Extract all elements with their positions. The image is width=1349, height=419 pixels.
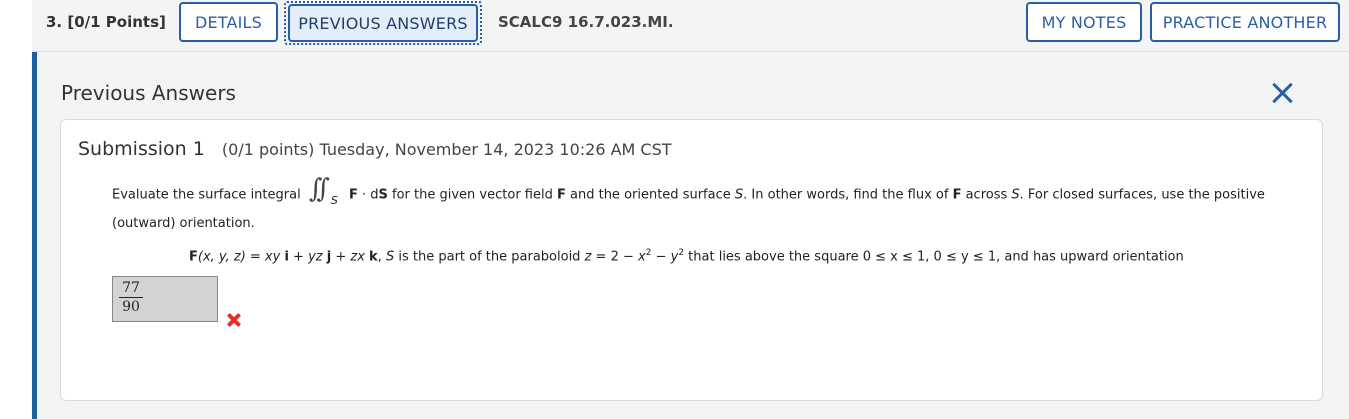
vector-field-definition: F(x, y, z) = xy i + yz j + zx k, S is th… [189, 248, 1184, 264]
previous-answers-panel: Previous Answers Submission 1 (0/1 point… [32, 52, 1349, 419]
practice-another-button[interactable]: PRACTICE ANOTHER [1150, 2, 1340, 42]
text-fragment: and the oriented surface [565, 187, 735, 203]
text-fragment: for the given vector field [387, 187, 557, 203]
text-fragment: S [734, 187, 744, 203]
vector-field-symbol: F [348, 187, 358, 203]
answer-fraction: 77 90 [119, 280, 143, 315]
math-fragment: is the part of the paraboloid [394, 249, 585, 265]
wrong-x-icon [227, 313, 241, 327]
question-number-points: 3. [0/1 Points] [46, 13, 166, 31]
question-text-line-2: (outward) orientation. [112, 216, 255, 231]
text-fragment: across [961, 187, 1012, 203]
question-source: SCALC9 16.7.023.MI. [498, 13, 674, 31]
previous-answers-button[interactable]: PREVIOUS ANSWERS [288, 4, 478, 42]
submission-header: Submission 1 (0/1 points) Tuesday, Novem… [78, 138, 672, 160]
math-fragment: x [638, 249, 646, 265]
math-fragment: , [377, 249, 386, 265]
math-fragment: (x, y, z) = xy [197, 249, 281, 265]
answer-denominator: 90 [122, 299, 140, 315]
double-integral-icon: ∫∫ S [308, 174, 338, 207]
math-fragment: − [651, 249, 671, 265]
math-fragment: k [369, 249, 378, 265]
math-fragment: + zx [331, 249, 365, 265]
text-fragment: F [556, 187, 566, 203]
math-fragment: F [189, 249, 198, 265]
question-header: 3. [0/1 Points] DETAILS PREVIOUS ANSWERS… [32, 0, 1349, 52]
answer-display: 77 90 [112, 276, 218, 322]
text-fragment: S [1011, 187, 1020, 203]
surface-vector-symbol: S [378, 187, 388, 203]
question-text-line-1: Evaluate the surface integral ∫∫ S F · d… [112, 174, 1265, 208]
dot-d: · d [357, 187, 379, 203]
previous-answers-focus-ring: PREVIOUS ANSWERS [284, 1, 482, 45]
my-notes-button[interactable]: MY NOTES [1026, 2, 1142, 42]
math-fragment: = 2 − [591, 249, 638, 265]
submission-card: Submission 1 (0/1 points) Tuesday, Novem… [60, 119, 1323, 401]
integral-subscript: S [330, 194, 338, 207]
submission-title: Submission 1 [78, 138, 205, 160]
math-fragment: + yz [288, 249, 323, 265]
submission-meta: (0/1 points) Tuesday, November 14, 2023 … [221, 140, 672, 159]
text-fragment: . For closed surfaces, use the positive [1019, 187, 1265, 203]
close-icon[interactable] [1271, 82, 1293, 104]
math-fragment: that lies above the square 0 ≤ x ≤ 1, 0 … [684, 249, 1184, 265]
details-button[interactable]: DETAILS [179, 2, 278, 42]
question-intro: Evaluate the surface integral [112, 187, 301, 203]
text-fragment: . In other words, find the flux of [743, 187, 953, 203]
math-fragment: S [385, 249, 395, 265]
answer-numerator: 77 [119, 280, 143, 298]
panel-title: Previous Answers [61, 81, 236, 105]
